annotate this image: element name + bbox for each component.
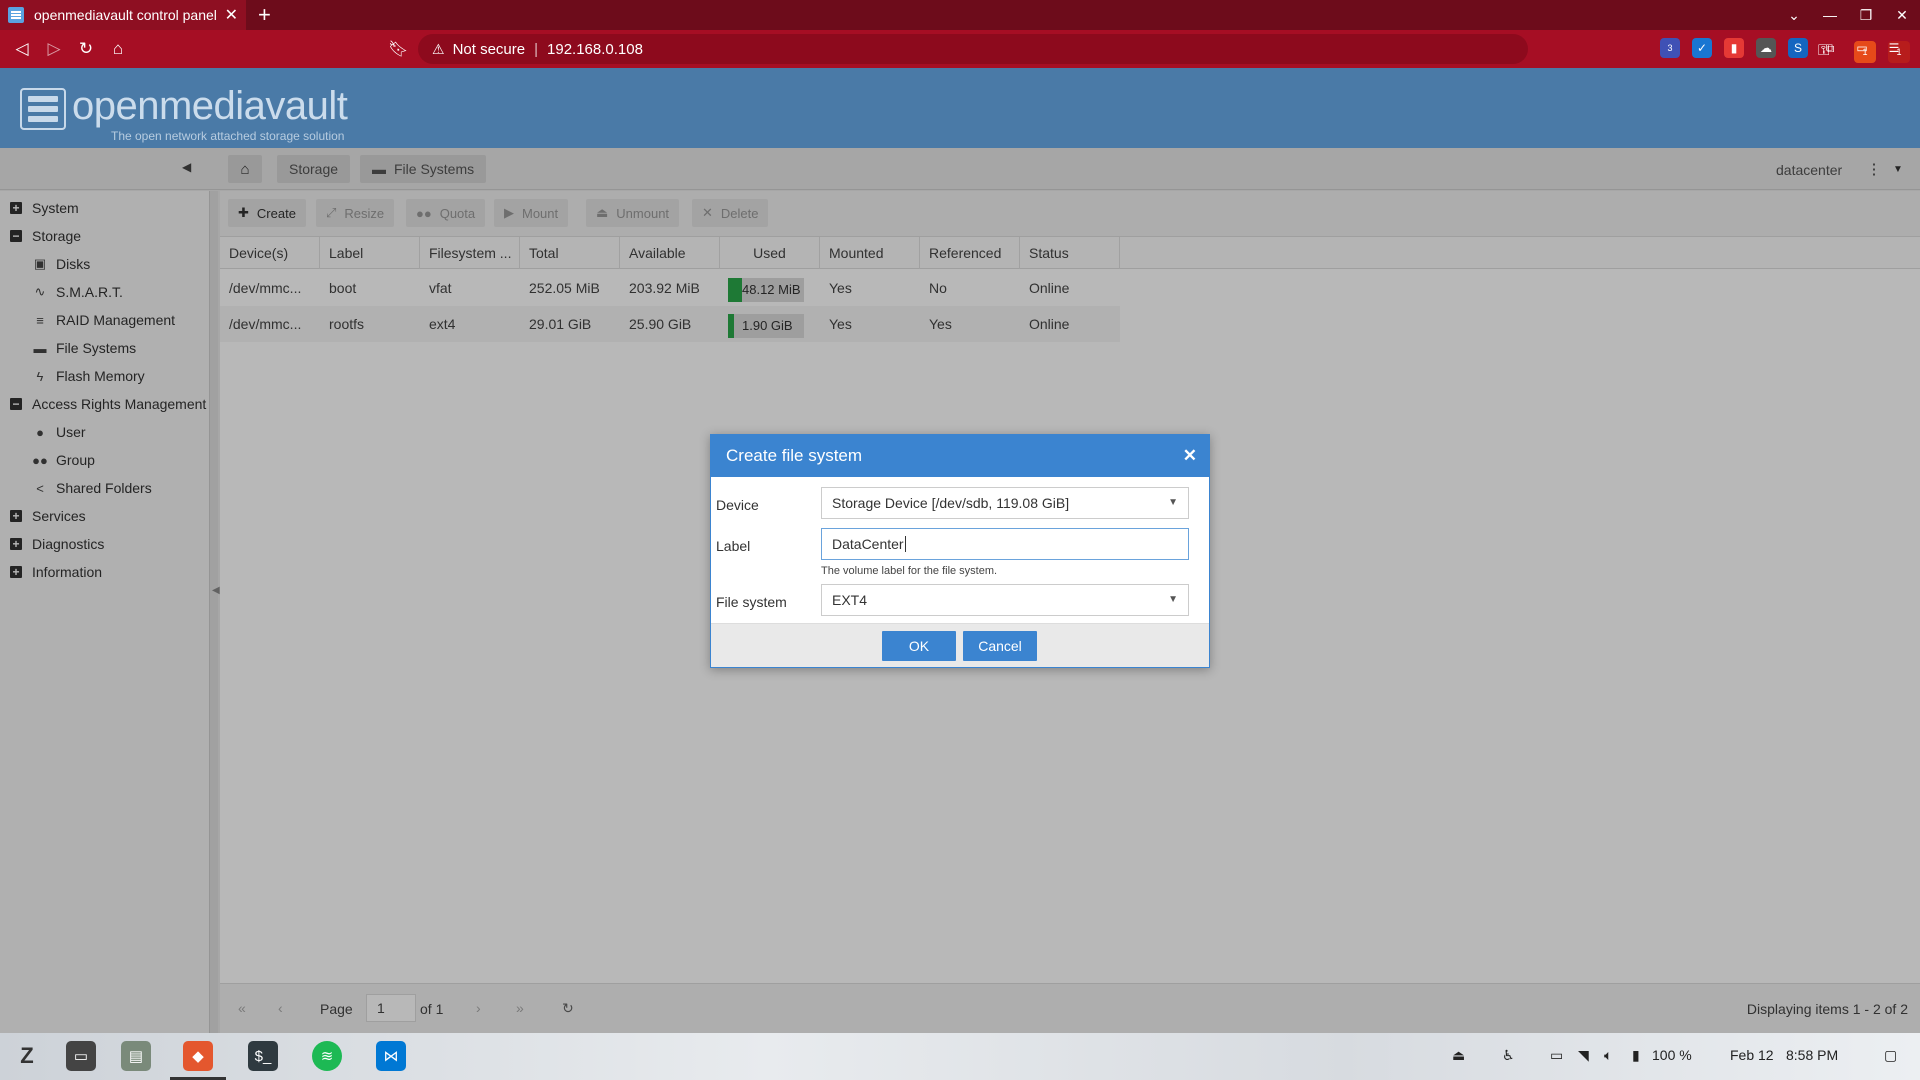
forward-icon[interactable]: ▷	[38, 39, 70, 59]
date[interactable]: Feb 12	[1730, 1047, 1774, 1063]
minimize-icon[interactable]: —	[1812, 7, 1848, 24]
spotify-icon[interactable]: ≋	[312, 1041, 342, 1071]
cloud-extension-icon[interactable]: ☁	[1756, 38, 1776, 58]
maximize-icon[interactable]: ❐	[1848, 7, 1884, 24]
cancel-button[interactable]: Cancel	[963, 631, 1037, 661]
new-tab-icon[interactable]: +	[258, 0, 271, 30]
tab-title: openmediavault control panel	[34, 7, 217, 23]
chevron-down-icon: ▼	[1168, 594, 1178, 605]
notifications-icon[interactable]: ▢	[1884, 1047, 1897, 1064]
zorin-menu-icon[interactable]: Z	[12, 1041, 42, 1071]
home-icon[interactable]: ⌂	[102, 39, 134, 59]
wallet-icon[interactable]: ▭	[1852, 38, 1872, 58]
puzzle-icon[interactable]: ⧉	[1820, 38, 1840, 58]
accessibility-icon[interactable]: ♿︎	[1502, 1047, 1515, 1064]
app-header: openmediavault The open network attached…	[0, 68, 1920, 148]
battery-percent: 100 %	[1652, 1047, 1692, 1063]
security-status: Not secure	[452, 40, 526, 58]
reload-icon[interactable]: ↻	[70, 39, 102, 59]
extension-badge-icon[interactable]: 3	[1660, 38, 1680, 58]
ok-button[interactable]: OK	[882, 631, 956, 661]
extensions-area: 3 ✓ ▮ ☁ S ⧉ ▭ ☰	[1660, 38, 1904, 58]
device-select-value: Storage Device [/dev/sdb, 119.08 GiB]	[832, 495, 1070, 511]
omv-logo-icon	[20, 88, 66, 130]
logo-subtitle: The open network attached storage soluti…	[111, 129, 345, 143]
time[interactable]: 8:58 PM	[1786, 1047, 1838, 1063]
tab-search-icon[interactable]: ⌄	[1776, 7, 1812, 24]
window-controls: ⌄ — ❐ ✕	[1776, 7, 1920, 24]
s-extension-icon[interactable]: S	[1788, 38, 1808, 58]
volume-icon[interactable]: 🔈︎	[1604, 1047, 1612, 1064]
terminal-icon[interactable]: $_	[248, 1041, 278, 1071]
label-hint: The volume label for the file system.	[821, 565, 998, 577]
battery-icon[interactable]: ▮	[1632, 1047, 1640, 1064]
dialog-title: Create file system	[726, 446, 863, 465]
file-system-select[interactable]: EXT4 ▼	[821, 584, 1189, 616]
brave-browser-icon[interactable]: ◆	[183, 1041, 213, 1071]
wifi-icon[interactable]: ◥	[1578, 1047, 1589, 1064]
create-file-system-dialog: Create file system ✕ Device Storage Devi…	[710, 434, 1210, 668]
display-icon[interactable]: ▭	[1550, 1047, 1563, 1064]
dialog-header: Create file system	[711, 435, 1209, 477]
file-system-select-value: EXT4	[832, 592, 868, 608]
omv-favicon-icon	[8, 7, 24, 23]
logo-title: openmediavault	[72, 84, 348, 128]
files-icon[interactable]: ▤	[121, 1041, 151, 1071]
browser-tab[interactable]: openmediavault control panel ✕	[0, 0, 246, 30]
browser-toolbar: ◁ ▷ ↻ ⌂ 🔖︎ ⚠ Not secure | 192.168.0.108 …	[0, 30, 1920, 68]
menu-icon[interactable]: ☰	[1884, 38, 1904, 58]
label-label: Label	[716, 538, 751, 554]
file-system-label: File system	[716, 594, 787, 610]
back-icon[interactable]: ◁	[6, 39, 38, 59]
label-input[interactable]: DataCenter	[821, 528, 1189, 560]
vscode-icon[interactable]: ⋈	[376, 1041, 406, 1071]
os-taskbar: Z ▭ ▤ ◆ $_ ≋ ⋈ ⏏ ♿︎ ▭ ◥ 🔈︎ ▮ 100 % Feb 1…	[0, 1033, 1920, 1080]
eject-tray-icon[interactable]: ⏏	[1452, 1047, 1465, 1064]
workspace-icon[interactable]: ▭	[66, 1041, 96, 1071]
warning-icon: ⚠	[432, 40, 445, 57]
device-select[interactable]: Storage Device [/dev/sdb, 119.08 GiB] ▼	[821, 487, 1189, 519]
label-input-value: DataCenter	[832, 536, 904, 552]
url-text: 192.168.0.108	[547, 40, 643, 58]
browser-tabbar: openmediavault control panel ✕ + ⌄ — ❐ ✕	[0, 0, 1920, 30]
chevron-down-icon: ▼	[1168, 497, 1178, 508]
text-cursor	[904, 536, 906, 552]
red-extension-icon[interactable]: ▮	[1724, 38, 1744, 58]
bookmark-icon[interactable]: 🔖︎	[388, 39, 408, 59]
device-label: Device	[716, 497, 759, 513]
close-icon[interactable]: ✕	[1183, 446, 1197, 466]
address-bar[interactable]: ⚠ Not secure | 192.168.0.108 ⚿ 1 1	[418, 34, 1910, 64]
check-extension-icon[interactable]: ✓	[1692, 38, 1712, 58]
dialog-footer: OK Cancel	[711, 623, 1209, 667]
url-separator: |	[534, 40, 539, 58]
close-tab-icon[interactable]: ✕	[225, 5, 238, 25]
close-window-icon[interactable]: ✕	[1884, 7, 1920, 24]
